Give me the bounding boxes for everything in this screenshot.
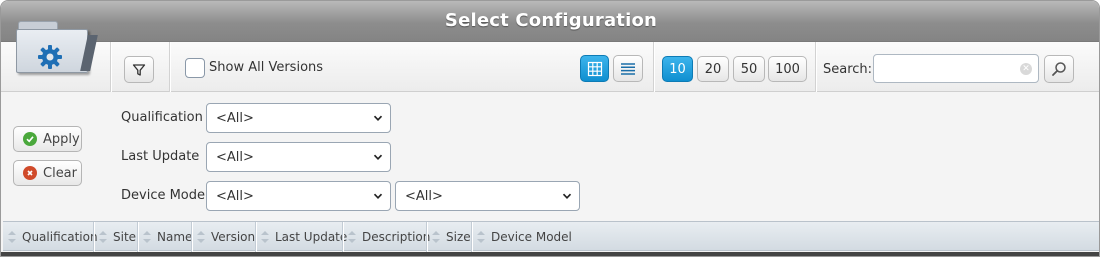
device-model-select-value: <All> [216, 188, 254, 204]
column-label: Site [113, 230, 137, 244]
window-title: Select Configuration [444, 10, 658, 31]
search-button[interactable] [1044, 55, 1074, 83]
search-label: Search: [823, 62, 873, 77]
device-model-secondary-select-value: <All> [405, 188, 443, 204]
list-icon [621, 62, 635, 75]
column-header-device-model[interactable]: Device Model [472, 222, 572, 252]
show-all-versions-label: Show All Versions [209, 60, 324, 75]
qualification-select-value: <All> [216, 110, 254, 126]
page-size-50-button[interactable]: 50 [733, 56, 765, 82]
chevron-down-icon [562, 193, 572, 200]
show-all-versions-checkbox[interactable] [185, 58, 205, 78]
gear-icon [38, 45, 62, 69]
apply-button[interactable]: Apply [13, 126, 82, 152]
search-icon [1052, 62, 1066, 76]
last-update-select[interactable]: <All> [206, 142, 391, 172]
column-header-qualification[interactable]: Qualification [7, 222, 98, 252]
toolbar: Show All Versions 10 20 50 100 Search: ✕ [1, 42, 1099, 92]
table-header: Qualification Site Name Version Last Upd… [3, 221, 1099, 252]
page-size-100-button[interactable]: 100 [768, 56, 807, 82]
filter-toggle-button[interactable] [124, 56, 154, 83]
column-label: Device Model [491, 230, 572, 244]
column-label: Description [362, 230, 431, 244]
column-label: Version [211, 230, 256, 244]
title-bar: Select Configuration [1, 1, 1099, 42]
last-update-select-value: <All> [216, 149, 254, 165]
clear-icon [23, 166, 37, 180]
column-header-name[interactable]: Name [138, 222, 192, 252]
qualification-select[interactable]: <All> [206, 103, 391, 133]
table-body-edge [1, 252, 1099, 256]
sort-icon [348, 231, 356, 243]
chevron-down-icon [373, 193, 383, 200]
column-label: Name [157, 230, 193, 244]
column-label: Size [446, 230, 471, 244]
device-model-label: Device Model [121, 188, 209, 203]
check-icon [23, 132, 37, 146]
clear-label: Clear [43, 165, 77, 181]
column-header-size[interactable]: Size [427, 222, 471, 252]
page-size-10-button[interactable]: 10 [662, 56, 693, 82]
sort-icon [143, 231, 151, 243]
clear-search-icon[interactable]: ✕ [1020, 63, 1032, 75]
column-header-version[interactable]: Version [192, 222, 255, 252]
sort-icon [8, 231, 16, 243]
grid-icon [587, 61, 602, 76]
chevron-down-icon [373, 115, 383, 122]
sort-icon [197, 231, 205, 243]
page-size-20-button[interactable]: 20 [697, 56, 729, 82]
list-view-button[interactable] [613, 55, 643, 82]
last-update-label: Last Update [121, 149, 200, 164]
device-model-select[interactable]: <All> [206, 181, 391, 211]
sort-icon [432, 231, 440, 243]
column-header-description[interactable]: Description [343, 222, 430, 252]
configuration-folder-icon [14, 21, 98, 73]
qualification-label: Qualification [121, 110, 203, 125]
search-input[interactable]: ✕ [873, 54, 1039, 83]
apply-label: Apply [43, 131, 80, 147]
sort-icon [477, 231, 485, 243]
column-header-site[interactable]: Site [94, 222, 136, 252]
filter-panel: Apply Clear Qualification <All> Last Upd… [1, 93, 1099, 220]
select-configuration-window: Select Configuration Show All Versions 1… [0, 0, 1100, 257]
column-label: Last Update [275, 230, 348, 244]
sort-icon [261, 231, 269, 243]
column-label: Qualification [22, 230, 98, 244]
sort-icon [99, 231, 107, 243]
column-header-last-update[interactable]: Last Update [256, 222, 347, 252]
filter-icon [132, 63, 146, 76]
grid-view-button[interactable] [580, 55, 609, 82]
clear-button[interactable]: Clear [13, 160, 82, 186]
device-model-secondary-select[interactable]: <All> [395, 181, 580, 211]
chevron-down-icon [373, 154, 383, 161]
